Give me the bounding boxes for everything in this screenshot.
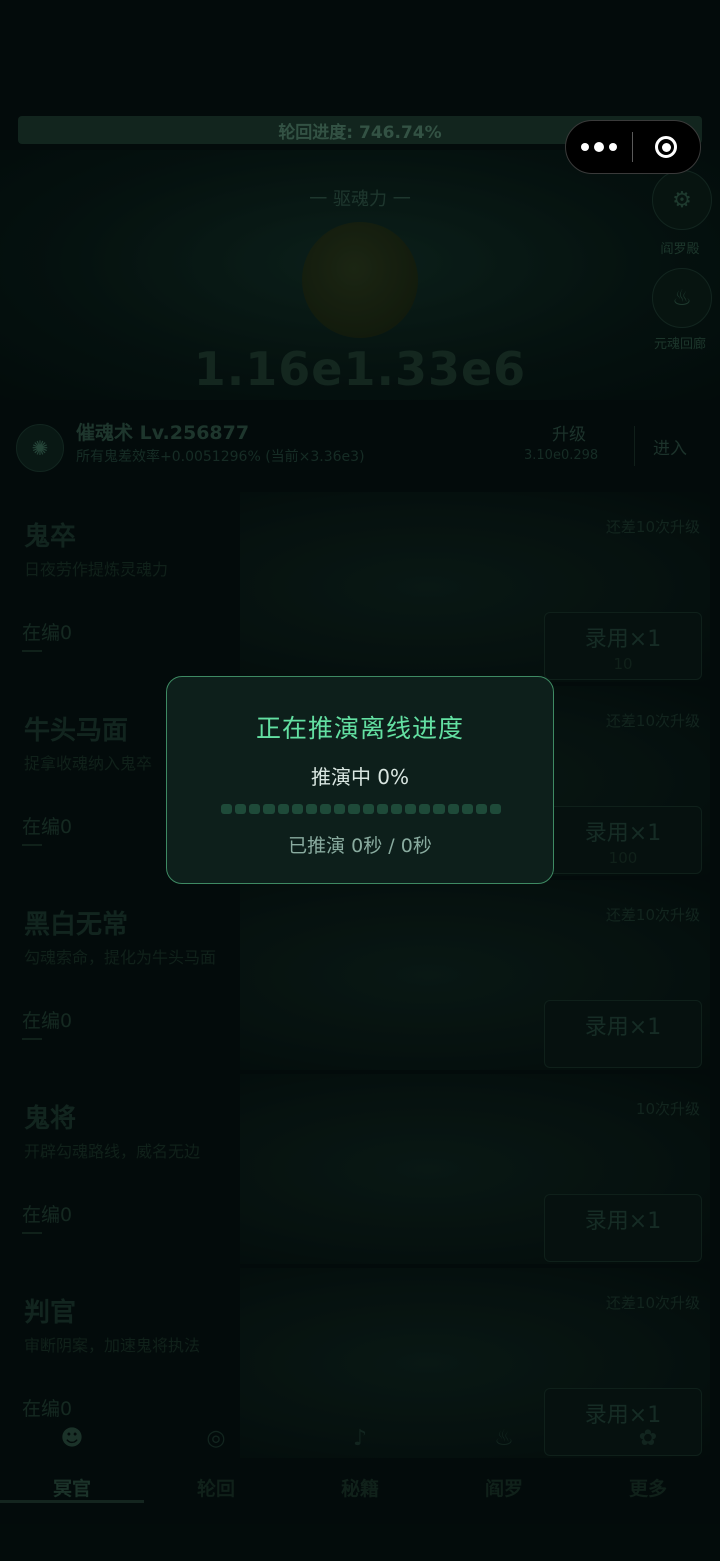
progress-segment	[249, 804, 261, 814]
progress-segment	[390, 804, 403, 814]
progress-segment	[277, 804, 289, 814]
progress-segment	[334, 804, 346, 814]
progress-bar	[221, 804, 502, 814]
progress-segment	[320, 804, 332, 814]
progress-segment	[433, 804, 445, 814]
more-dots-icon	[581, 141, 617, 152]
progress-segment	[235, 804, 247, 814]
dialog-elapsed: 已推演 0秒 / 0秒	[288, 835, 432, 857]
progress-segment	[221, 804, 233, 814]
more-button[interactable]	[566, 121, 632, 173]
progress-segment	[305, 804, 318, 814]
progress-segment	[362, 804, 374, 814]
progress-segment	[376, 804, 388, 814]
progress-segment	[263, 804, 275, 814]
progress-segment	[489, 804, 502, 814]
progress-segment	[348, 804, 360, 814]
progress-segment	[291, 804, 303, 814]
progress-segment	[447, 804, 459, 814]
app-root: 轮回进度: 746.74% 一 驱魂力 一 1.16e1.33e6 ⚙ 阎罗殿 …	[0, 0, 720, 1561]
progress-segment	[419, 804, 431, 814]
mini-program-capsule	[565, 120, 701, 174]
dialog-status: 推演中 0%	[310, 765, 410, 789]
offline-progress-dialog: 正在推演离线进度 推演中 0% 已推演 0秒 / 0秒	[166, 676, 554, 884]
progress-segment	[405, 804, 417, 814]
close-button[interactable]	[633, 121, 699, 173]
target-icon	[655, 136, 677, 158]
progress-segment	[475, 804, 487, 814]
dialog-title: 正在推演离线进度	[255, 714, 464, 743]
progress-segment	[461, 804, 473, 814]
